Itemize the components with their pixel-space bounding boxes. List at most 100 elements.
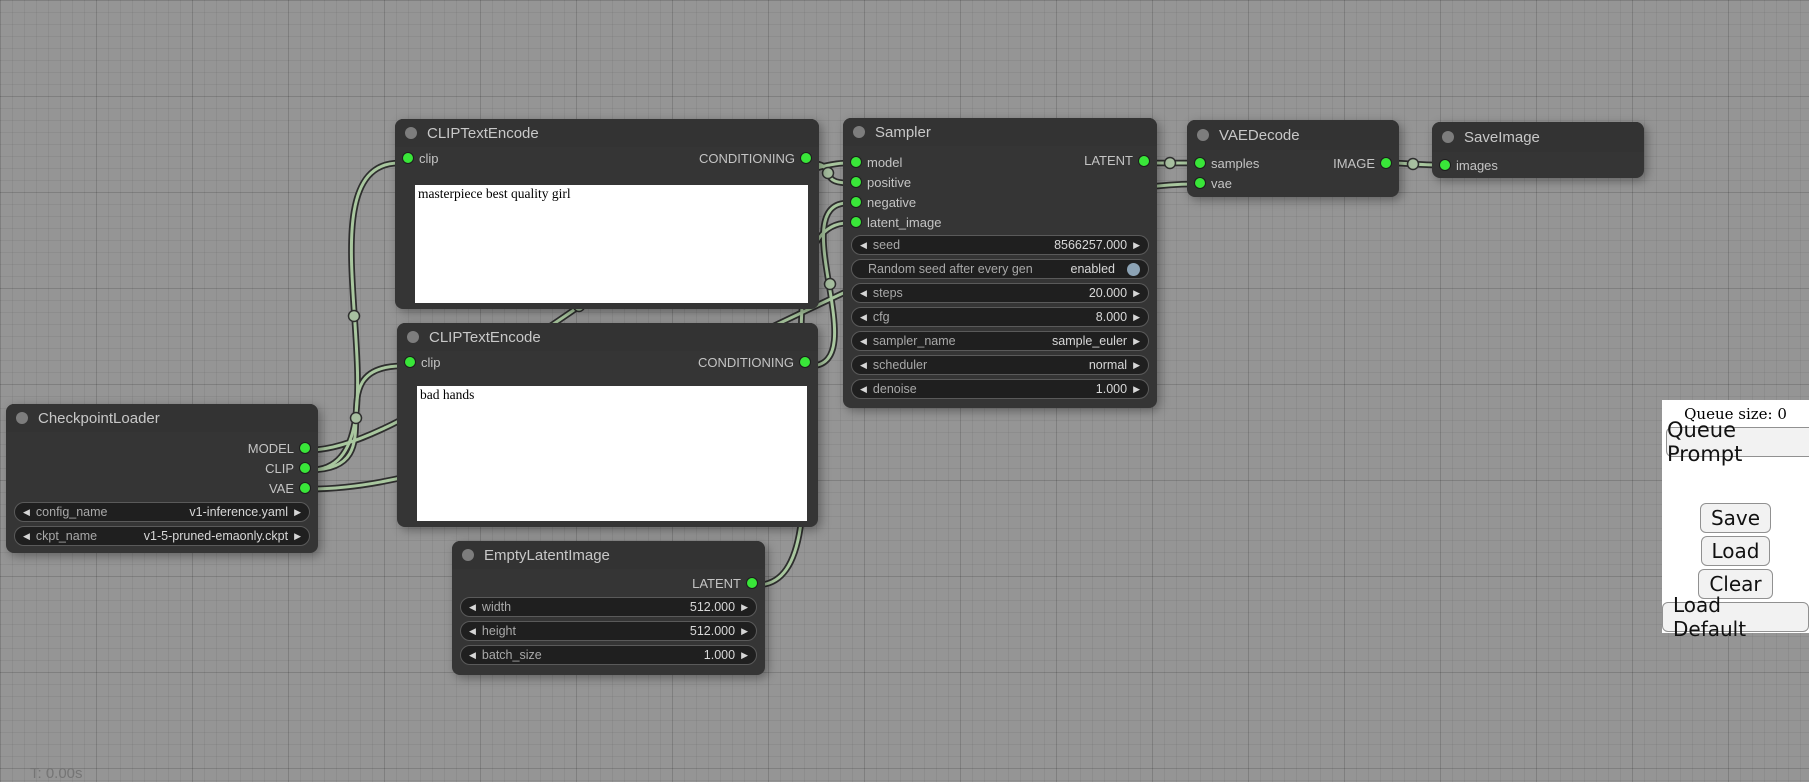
widget-label: cfg <box>873 310 890 324</box>
denoise-widget[interactable]: ◀ denoise 1.000 ▶ <box>851 379 1149 399</box>
output-label: LATENT <box>692 576 741 591</box>
widget-label: seed <box>873 238 900 252</box>
widget-value: 8.000 <box>1096 310 1127 324</box>
input-port-icon[interactable] <box>405 357 415 367</box>
output-row: CLIP <box>6 458 318 478</box>
scheduler-widget[interactable]: ◀ scheduler normal ▶ <box>851 355 1149 375</box>
output-port-icon[interactable] <box>300 443 310 453</box>
save-button[interactable]: Save <box>1700 503 1771 533</box>
node-collapse-icon[interactable] <box>462 549 474 561</box>
node-collapse-icon[interactable] <box>853 126 865 138</box>
node-graph-canvas[interactable]: CheckpointLoader MODEL CLIP VAE ◀ config… <box>0 0 1809 782</box>
widget-label: ckpt_name <box>36 529 97 543</box>
input-port-icon[interactable] <box>1440 160 1450 170</box>
seed-widget[interactable]: ◀ seed 8566257.000 ▶ <box>851 235 1149 255</box>
widget-label: config_name <box>36 505 108 519</box>
decrement-arrow-icon[interactable]: ◀ <box>469 627 476 636</box>
node-title-bar[interactable]: CLIPTextEncode <box>395 119 819 147</box>
widget-label: steps <box>873 286 903 300</box>
increment-arrow-icon[interactable]: ▶ <box>741 627 748 636</box>
height-widget[interactable]: ◀ height 512.000 ▶ <box>460 621 757 641</box>
increment-arrow-icon[interactable]: ▶ <box>1133 337 1140 346</box>
prompt-textarea[interactable]: masterpiece best quality girl <box>415 185 808 303</box>
increment-arrow-icon[interactable]: ▶ <box>1133 385 1140 394</box>
load-button[interactable]: Load <box>1701 536 1771 566</box>
ckpt-name-widget[interactable]: ◀ ckpt_name v1-5-pruned-emaonly.ckpt ▶ <box>14 526 310 546</box>
decrement-arrow-icon[interactable]: ◀ <box>860 289 867 298</box>
output-port-icon[interactable] <box>800 357 810 367</box>
output-port-icon[interactable] <box>801 153 811 163</box>
node-save-image: SaveImage images <box>1432 122 1644 178</box>
input-row: images <box>1432 155 1644 175</box>
decrement-arrow-icon[interactable]: ◀ <box>860 241 867 250</box>
link-dot-icon <box>1408 159 1419 170</box>
node-title-bar[interactable]: VAEDecode <box>1187 120 1399 150</box>
increment-arrow-icon[interactable]: ▶ <box>1133 241 1140 250</box>
link-dot-icon <box>349 311 360 322</box>
node-title-bar[interactable]: Sampler <box>843 118 1157 146</box>
node-title-bar[interactable]: CheckpointLoader <box>6 404 318 432</box>
input-port-icon[interactable] <box>851 197 861 207</box>
increment-arrow-icon[interactable]: ▶ <box>1133 313 1140 322</box>
batch-size-widget[interactable]: ◀ batch_size 1.000 ▶ <box>460 645 757 665</box>
random-seed-toggle-widget[interactable]: Random seed after every gen enabled <box>851 259 1149 279</box>
output-port-icon[interactable] <box>300 483 310 493</box>
decrement-arrow-icon[interactable]: ◀ <box>860 337 867 346</box>
increment-arrow-icon[interactable]: ▶ <box>741 651 748 660</box>
queue-prompt-button[interactable]: Queue Prompt <box>1666 427 1809 457</box>
input-port-icon[interactable] <box>851 217 861 227</box>
increment-arrow-icon[interactable]: ▶ <box>294 508 301 517</box>
decrement-arrow-icon[interactable]: ◀ <box>469 603 476 612</box>
input-label: positive <box>867 175 911 190</box>
node-vae-decode: VAEDecode samples IMAGE vae <box>1187 120 1399 197</box>
node-title-bar[interactable]: SaveImage <box>1432 122 1644 152</box>
decrement-arrow-icon[interactable]: ◀ <box>23 532 30 541</box>
widget-value: 512.000 <box>690 600 735 614</box>
input-port-icon[interactable] <box>851 177 861 187</box>
input-port-icon[interactable] <box>403 153 413 163</box>
increment-arrow-icon[interactable]: ▶ <box>1133 361 1140 370</box>
decrement-arrow-icon[interactable]: ◀ <box>860 361 867 370</box>
config-name-widget[interactable]: ◀ config_name v1-inference.yaml ▶ <box>14 502 310 522</box>
steps-widget[interactable]: ◀ steps 20.000 ▶ <box>851 283 1149 303</box>
decrement-arrow-icon[interactable]: ◀ <box>23 508 30 517</box>
increment-arrow-icon[interactable]: ▶ <box>741 603 748 612</box>
decrement-arrow-icon[interactable]: ◀ <box>860 385 867 394</box>
node-title-bar[interactable]: CLIPTextEncode <box>397 323 818 351</box>
output-port-icon[interactable] <box>300 463 310 473</box>
prompt-textarea[interactable]: bad hands <box>417 386 807 521</box>
port-row: samples IMAGE <box>1187 153 1399 173</box>
width-widget[interactable]: ◀ width 512.000 ▶ <box>460 597 757 617</box>
decrement-arrow-icon[interactable]: ◀ <box>469 651 476 660</box>
input-row: latent_image <box>843 212 1157 232</box>
input-port-icon[interactable] <box>1195 178 1205 188</box>
output-port-icon[interactable] <box>1381 158 1391 168</box>
node-collapse-icon[interactable] <box>405 127 417 139</box>
node-collapse-icon[interactable] <box>1197 129 1209 141</box>
input-port-icon[interactable] <box>1195 158 1205 168</box>
cfg-widget[interactable]: ◀ cfg 8.000 ▶ <box>851 307 1149 327</box>
output-label: CLIP <box>265 461 294 476</box>
output-port-icon[interactable] <box>747 578 757 588</box>
node-title: SaveImage <box>1464 129 1540 146</box>
decrement-arrow-icon[interactable]: ◀ <box>860 313 867 322</box>
node-collapse-icon[interactable] <box>1442 131 1454 143</box>
input-port-icon[interactable] <box>851 157 861 167</box>
sampler-name-widget[interactable]: ◀ sampler_name sample_euler ▶ <box>851 331 1149 351</box>
node-collapse-icon[interactable] <box>16 412 28 424</box>
output-port-icon[interactable] <box>1139 156 1149 166</box>
input-label: clip <box>419 151 439 166</box>
node-collapse-icon[interactable] <box>407 331 419 343</box>
output-row: LATENT <box>452 573 765 593</box>
load-default-button[interactable]: Load Default <box>1662 602 1809 632</box>
toggle-circle-icon[interactable] <box>1127 263 1140 276</box>
link-dot-icon <box>351 413 362 424</box>
increment-arrow-icon[interactable]: ▶ <box>294 532 301 541</box>
widget-label: height <box>482 624 516 638</box>
widget-label: Random seed after every gen <box>868 262 1033 276</box>
port-row: clip CONDITIONING <box>397 351 818 373</box>
increment-arrow-icon[interactable]: ▶ <box>1133 289 1140 298</box>
node-title-bar[interactable]: EmptyLatentImage <box>452 541 765 569</box>
input-label: clip <box>421 355 441 370</box>
widget-label: width <box>482 600 511 614</box>
